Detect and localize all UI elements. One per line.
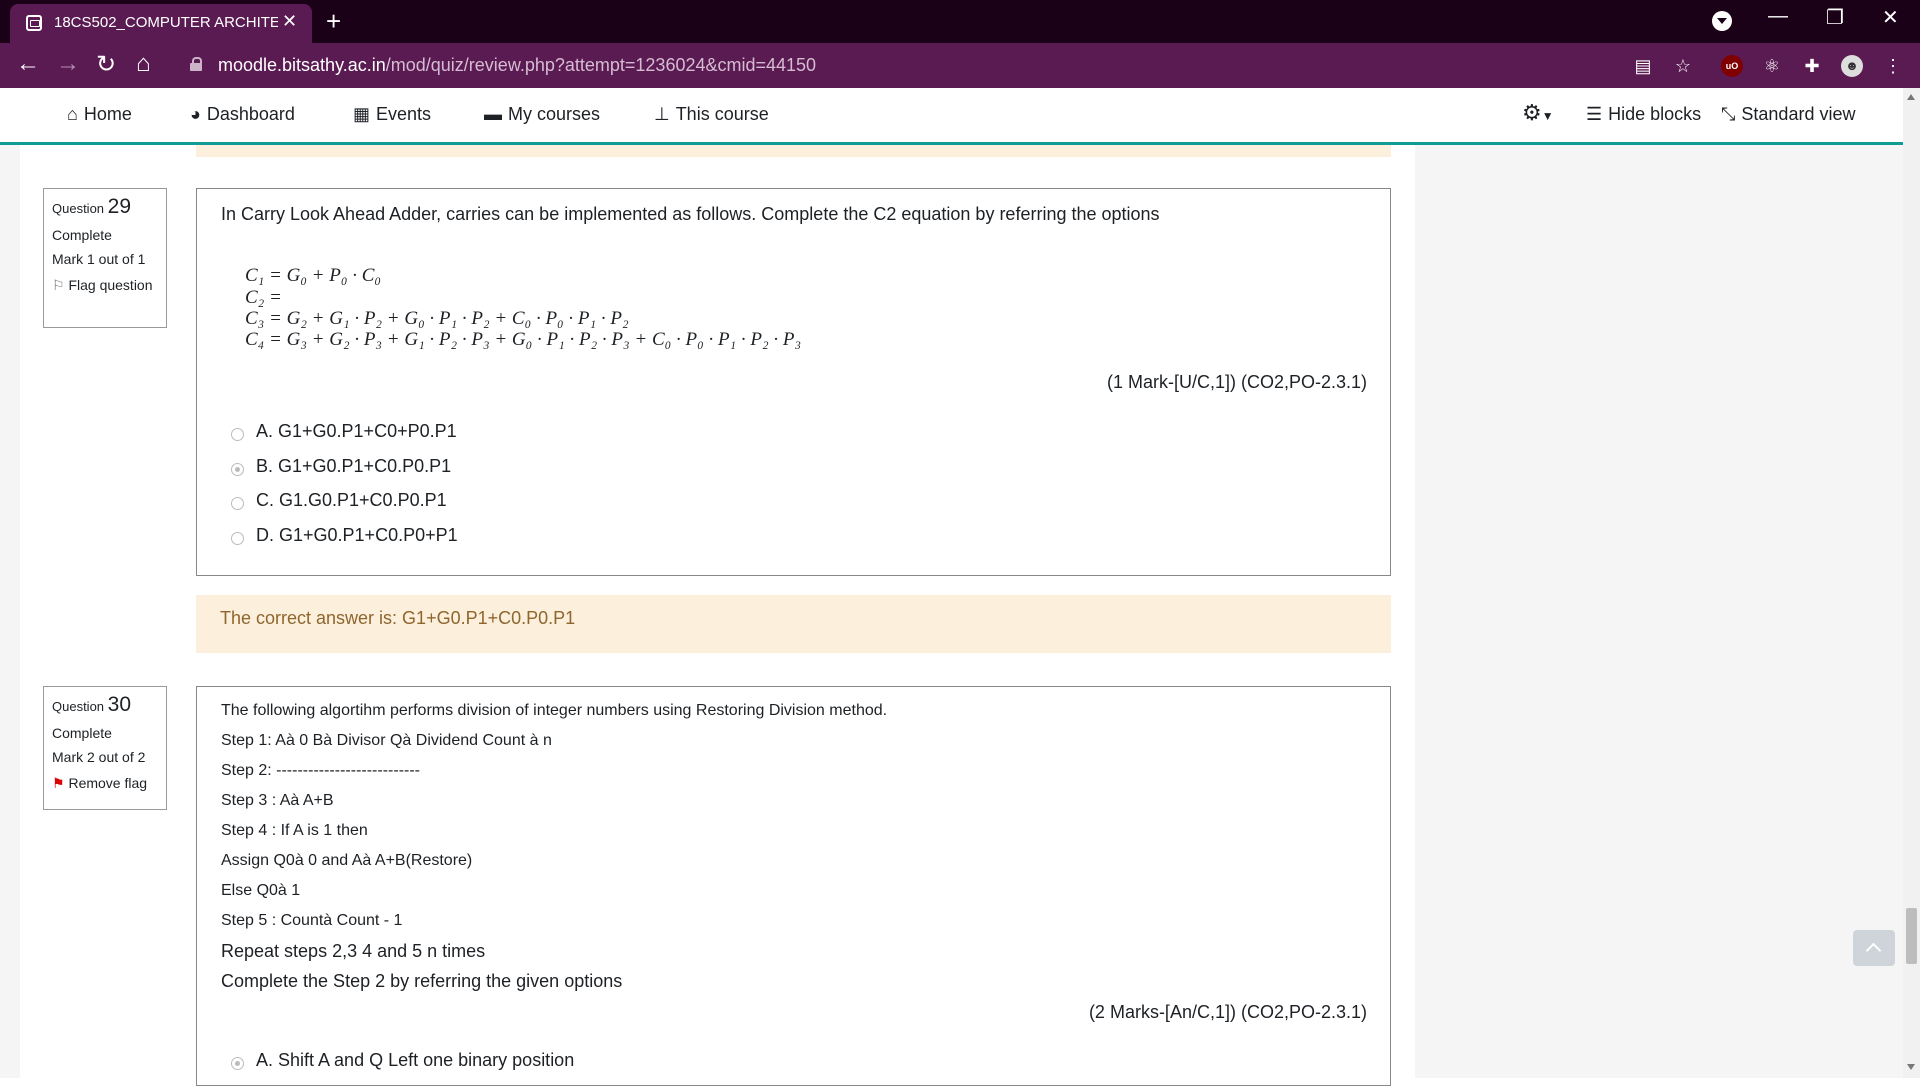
briefcase-icon: ▬ <box>484 104 502 124</box>
ublock-icon[interactable]: uO <box>1721 55 1743 77</box>
nav-dashboard[interactable]: ◕ Dashboard <box>190 104 295 125</box>
equation-c4: C₄ = G₃ + G₂ · P₃ + G₁ · P₂ · P₃ + G₀ · … <box>245 329 802 350</box>
previous-question-feedback <box>196 145 1391 157</box>
radio-button[interactable] <box>231 531 244 545</box>
scroll-down-arrow-icon[interactable] <box>1907 1064 1915 1070</box>
answer-option-a[interactable]: A. Shift A and Q Left one binary positio… <box>231 1050 574 1071</box>
remove-flag-link[interactable]: ⚑ Remove flag <box>52 775 158 791</box>
list-indent-icon: ☰ <box>1586 104 1603 124</box>
react-devtools-icon[interactable]: ⚛ <box>1761 55 1783 77</box>
url-host: moodle.bitsathy.ac.in <box>218 55 386 75</box>
flag-red-icon: ⚑ <box>52 775 65 791</box>
standard-view-button[interactable]: ⤡ Standard view <box>1721 104 1855 125</box>
scroll-thumb[interactable] <box>1906 908 1917 964</box>
question-grade: Mark 1 out of 1 <box>52 251 146 267</box>
flag-outline-icon: ⚐ <box>52 277 65 293</box>
question-line: Step 2: --------------------------- <box>221 762 421 779</box>
question-line: Assign Q0à 0 and Aà A+B(Restore) <box>221 852 473 869</box>
home-icon[interactable]: ⌂ <box>136 50 151 78</box>
flag-question-link[interactable]: ⚐ Flag question <box>52 277 158 293</box>
browser-tabbar: 18CS502_COMPUTER ARCHITECT ✕ + — ❐ ✕ <box>0 0 1920 43</box>
question-state: Complete <box>52 227 112 243</box>
nav-my-courses[interactable]: ▬ My courses <box>484 104 600 125</box>
browser-menu-icon[interactable]: ⋮ <box>1882 55 1904 77</box>
answer-option-d[interactable]: D. G1+G0.P1+C0.P0+P1 <box>231 525 458 546</box>
question-text: In Carry Look Ahead Adder, carries can b… <box>221 204 1160 224</box>
question-number: Question 29 <box>52 195 132 218</box>
question-line: Step 5 : Countà Count - 1 <box>221 912 403 929</box>
calendar-icon: ▦ <box>353 104 371 124</box>
tab-close-icon[interactable]: ✕ <box>282 11 297 32</box>
question-line: Repeat steps 2,3 4 and 5 n times <box>221 941 486 961</box>
profile-avatar-icon[interactable]: ☻ <box>1841 55 1863 77</box>
question-29-feedback: The correct answer is: G1+G0.P1+C0.P0.P1 <box>196 595 1391 653</box>
question-30-info: Question 30 Complete Mark 2 out of 2 ⚑ R… <box>43 686 167 810</box>
restore-icon[interactable]: ❐ <box>1826 5 1844 30</box>
scroll-up-arrow-icon[interactable] <box>1907 94 1915 100</box>
correct-answer-text: The correct answer is: G1+G0.P1+C0.P0.P1 <box>220 608 576 628</box>
home-icon: ⌂ <box>67 104 78 124</box>
extensions-icon[interactable]: ✚ <box>1801 55 1823 77</box>
question-number: Question 30 <box>52 693 132 716</box>
radio-button[interactable] <box>231 496 244 510</box>
equation-c3: C₃ = G₂ + G₁ · P₂ + G₀ · P₁ · P₂ + C₀ · … <box>245 308 629 329</box>
question-30-content: The following algortihm performs divisio… <box>196 686 1391 1086</box>
lock-icon[interactable] <box>190 57 202 71</box>
question-line: Else Q0à 1 <box>221 882 301 899</box>
question-29-info: Question 29 Complete Mark 1 out of 1 ⚐ F… <box>43 188 167 328</box>
answer-option-b[interactable]: B. G1+G0.P1+C0.P0.P1 <box>231 456 451 477</box>
nav-this-course[interactable]: ⊥ This course <box>654 104 769 125</box>
bookmark-star-icon[interactable]: ☆ <box>1672 55 1694 77</box>
equation-c2: C₂ = <box>245 287 282 308</box>
question-state: Complete <box>52 725 112 741</box>
minimize-icon[interactable]: — <box>1768 5 1788 28</box>
radio-button[interactable] <box>231 427 244 441</box>
reload-icon[interactable]: ↻ <box>96 50 116 79</box>
back-icon[interactable]: ← <box>16 50 40 78</box>
tab-search-icon[interactable] <box>1712 11 1732 31</box>
answer-option-c[interactable]: C. G1.G0.P1+C0.P0.P1 <box>231 490 447 511</box>
tab-title: 18CS502_COMPUTER ARCHITECT <box>54 14 278 31</box>
nav-events[interactable]: ▦ Events <box>353 104 431 125</box>
question-29-content: In Carry Look Ahead Adder, carries can b… <box>196 188 1391 576</box>
reader-mode-icon[interactable]: ▤ <box>1632 55 1654 77</box>
browser-toolbar: ← → ↻ ⌂ moodle.bitsathy.ac.in/mod/quiz/r… <box>0 43 1920 88</box>
question-line: The following algortihm performs divisio… <box>221 702 888 719</box>
nav-home[interactable]: ⌂ Home <box>67 104 132 125</box>
question-line: Step 3 : Aà A+B <box>221 792 334 809</box>
address-bar[interactable]: moodle.bitsathy.ac.in/mod/quiz/review.ph… <box>218 55 816 76</box>
hide-blocks-button[interactable]: ☰ Hide blocks <box>1586 104 1701 125</box>
page-scrollbar[interactable] <box>1903 88 1920 1078</box>
moodle-navbar: ⌂ Home ◕ Dashboard ▦ Events ▬ My courses ⊥ Th… <box>0 88 1903 145</box>
question-line: Complete the Step 2 by referring the giv… <box>221 971 623 991</box>
gear-icon: ⚙ <box>1522 100 1542 125</box>
question-marks-info: (2 Marks-[An/C,1]) (CO2,PO-2.3.1) <box>1088 1002 1367 1022</box>
question-grade: Mark 2 out of 2 <box>52 749 146 765</box>
radio-button-selected[interactable] <box>231 1056 244 1070</box>
equation-c1: C₁ = G₀ + P₀ · C₀ <box>245 265 381 286</box>
new-tab-button[interactable]: + <box>326 6 341 37</box>
sitemap-icon: ⊥ <box>654 104 670 124</box>
caret-down-icon: ▼ <box>1541 109 1554 123</box>
window-close-icon[interactable]: ✕ <box>1882 5 1899 30</box>
settings-menu[interactable]: ⚙▼ <box>1522 100 1554 126</box>
radio-button-selected[interactable] <box>231 462 244 476</box>
url-path: /mod/quiz/review.php?attempt=1236024&cmi… <box>385 55 817 75</box>
answer-option-a[interactable]: A. G1+G0.P1+C0+P0.P1 <box>231 421 457 442</box>
back-to-top-button[interactable] <box>1853 930 1895 966</box>
compress-icon: ⤡ <box>1721 104 1736 124</box>
forward-icon[interactable]: → <box>56 50 80 78</box>
question-marks-info: (1 Mark-[U/C,1]) (CO2,PO-2.3.1) <box>1106 372 1367 392</box>
question-line: Step 1: Aà 0 Bà Divisor Qà Dividend Coun… <box>221 732 552 749</box>
moodle-favicon-icon <box>26 15 42 31</box>
question-line: Step 4 : If A is 1 then <box>221 822 368 839</box>
blocks-region <box>1415 145 1903 1078</box>
page-left-margin <box>0 145 20 1078</box>
dashboard-gauge-icon: ◕ <box>190 104 201 124</box>
browser-tab[interactable]: 18CS502_COMPUTER ARCHITECT ✕ <box>10 4 312 43</box>
